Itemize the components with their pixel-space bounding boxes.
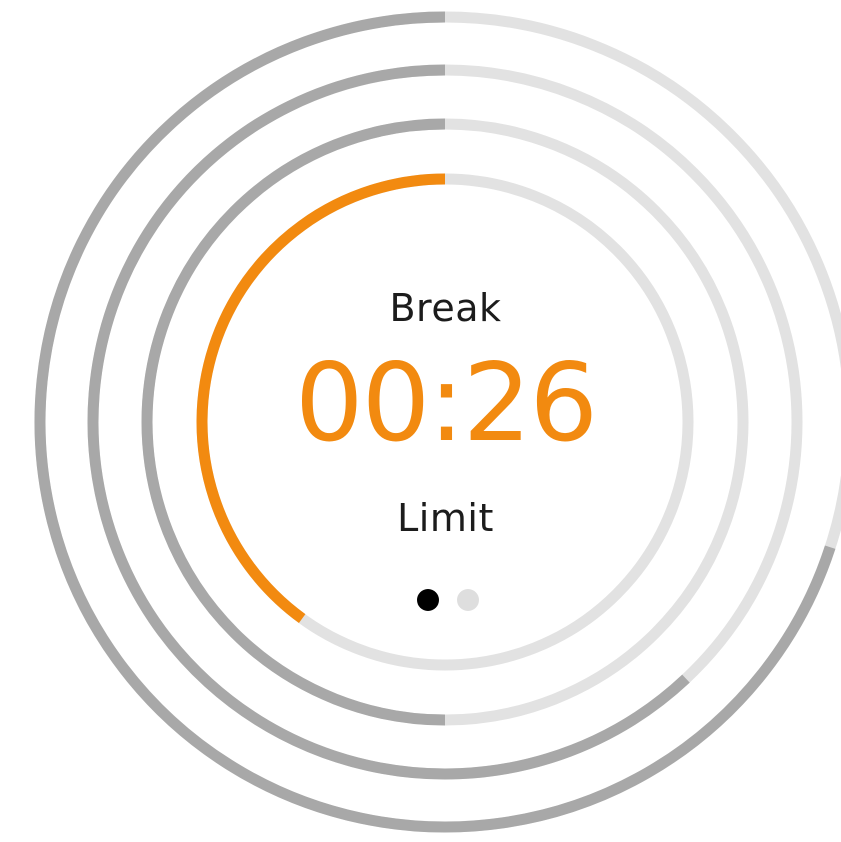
- pager-dot[interactable]: [456, 589, 479, 611]
- timer-title: Break: [389, 286, 502, 330]
- pager-dot-active[interactable]: [416, 589, 439, 611]
- page-indicator[interactable]: [0, 589, 841, 611]
- timer-subtitle: Limit: [397, 496, 494, 540]
- timer-countdown: 00:26: [294, 341, 598, 466]
